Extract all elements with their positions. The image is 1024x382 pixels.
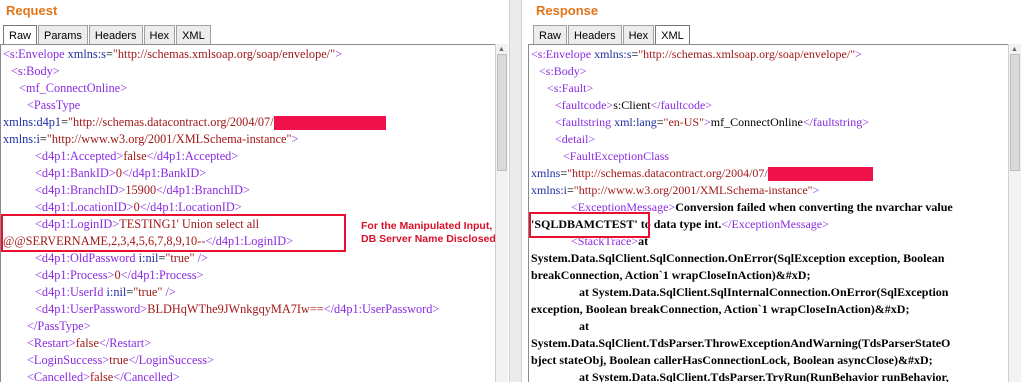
request-tab-headers[interactable]: Headers [88,25,143,44]
code-line: at System.Data.SqlClient.TdsParser.TryRu… [579,370,949,382]
code-line: at [579,319,589,333]
code-line: <s:Body> [539,64,587,78]
code-line: System.Data.SqlClient.TdsParser.ThrowExc… [531,336,951,350]
code-line: <detail> [555,132,596,146]
code-line: <Cancelled>false</Cancelled> [27,370,180,382]
request-tabs: Raw Params Headers Hex XML [3,25,212,44]
code-line: <d4p1:BankID>0</d4p1:BankID> [35,166,207,180]
code-line: <LoginSuccess>true</LoginSuccess> [27,353,214,367]
request-scrollbar[interactable]: ▲ [495,44,508,382]
annotation-note: For the Manipulated Input, DB Server Nam… [361,220,496,245]
request-editor[interactable]: <s:Envelope xmlns:s="http://schemas.xmls… [0,44,496,382]
response-panel: Response Raw Headers Hex XML <s:Envelope… [520,0,1024,382]
request-tab-params[interactable]: Params [38,25,88,44]
response-tabs: Raw Headers Hex XML [533,25,691,44]
code-line: <s:Fault> [547,81,594,95]
code-line: </PassType> [27,319,91,333]
code-line: <d4p1:BranchID>15900</d4p1:BranchID> [35,183,250,197]
scroll-up-icon[interactable]: ▲ [1011,45,1018,53]
code-line: breakConnection, Action`1 wrapCloseInAct… [531,268,811,282]
response-tab-headers[interactable]: Headers [568,25,622,44]
code-line: exception, Boolean breakConnection, Acti… [531,302,910,316]
response-tab-raw[interactable]: Raw [533,25,568,44]
code-line: <d4p1:UserPassword>BLDHqWThe9JWnkgqyMA7I… [35,302,440,316]
code-line: bject stateObj, Boolean callerHasConnect… [531,353,933,367]
code-line: <d4p1:Process>0</d4p1:Process> [35,268,204,282]
request-scroll-thumb[interactable] [497,54,507,171]
code-line: <d4p1:UserId i:nil="true" /> [35,285,176,299]
code-line: <s:Envelope xmlns:s="http://schemas.xmls… [531,47,862,61]
code-line: xmlns:i="http://www.w3.org/2001/XMLSchem… [531,183,820,197]
injection-highlight-box [1,214,346,252]
code-line: at System.Data.SqlClient.SqlInternalConn… [579,285,949,299]
code-line: xmlns:i="http://www.w3.org/2001/XMLSchem… [3,132,299,146]
request-title: Request [6,3,58,18]
request-tab-xml[interactable]: XML [176,25,211,44]
code-line: System.Data.SqlClient.SqlConnection.OnEr… [531,251,945,265]
code-line: <s:Body> [11,64,60,78]
request-tab-raw[interactable]: Raw [3,25,38,44]
code-line: <mf_ConnectOnline> [19,81,128,95]
redaction-mark [273,116,386,131]
response-scroll-thumb[interactable] [1010,54,1020,171]
scroll-up-icon[interactable]: ▲ [498,45,505,53]
code-line: <PassType [27,98,81,112]
code-line: <Restart>false</Restart> [27,336,152,350]
response-tab-hex[interactable]: Hex [622,25,655,44]
response-scrollbar[interactable]: ▲ [1008,44,1021,382]
response-editor[interactable]: <s:Envelope xmlns:s="http://schemas.xmls… [528,44,1008,382]
code-line: <faultcode>s:Client</faultcode> [555,98,713,112]
redaction-mark [767,167,873,182]
request-panel: Request Raw Params Headers Hex XML <s:En… [0,0,508,382]
code-line: <FaultExceptionClass [563,149,670,163]
request-tab-hex[interactable]: Hex [143,25,176,44]
response-title: Response [536,3,599,18]
code-line: <d4p1:OldPassword i:nil="true" /> [35,251,208,265]
code-line: xmlns="http://schemas.datacontract.org/2… [531,165,873,182]
response-tab-xml[interactable]: XML [655,25,690,44]
disclosure-highlight-box [529,212,650,238]
code-line: <s:Envelope xmlns:s="http://schemas.xmls… [3,47,343,61]
code-line: xmlns:d4p1="http://schemas.datacontract.… [3,114,386,131]
code-line: <faultstring xml:lang="en-US">mf_Connect… [555,115,869,129]
code-line: <d4p1:Accepted>false</d4p1:Accepted> [35,149,239,163]
